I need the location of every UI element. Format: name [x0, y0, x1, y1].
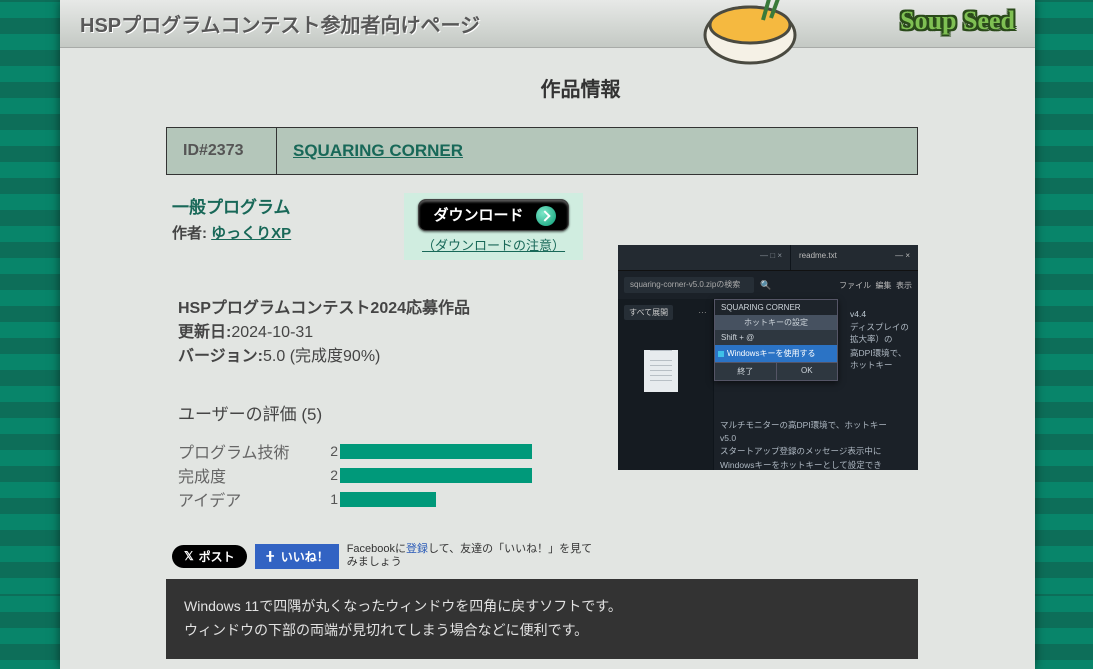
contest-line: HSPプログラムコンテスト2024応募作品: [178, 300, 470, 317]
download-button[interactable]: ダウンロード: [418, 199, 568, 231]
ss-readme-title: readme.txt: [799, 251, 837, 264]
ss-menu-file: ファイル: [839, 281, 871, 290]
ss-popup-parent: SQUARING CORNER: [715, 300, 837, 315]
desc-line-1: Windows 11で四隅が丸くなったウィンドウを四角に戻すソフトです。: [184, 595, 900, 619]
ss-popup-row2: Windowsキーを使用する: [715, 345, 837, 362]
description-box: Windows 11で四隅が丸くなったウィンドウを四角に戻すソフトです。 ウィン…: [166, 579, 918, 659]
entry-header-table: ID#2373 SQUARING CORNER: [166, 127, 918, 175]
header-illustration: [695, 0, 815, 70]
ss-note-l2: 高DPI環境で、ホットキー: [850, 347, 912, 371]
ss-search-box: squaring-corner-v5.0.zipの検索: [624, 277, 754, 293]
fb-register-link[interactable]: 登録: [406, 543, 428, 555]
author-link[interactable]: ゆっくりXP: [211, 225, 291, 242]
social-row: ポスト いいね！ Facebookに登録して、友達の「いいね！」を見てみましょう: [166, 543, 918, 569]
section-title: 作品情報: [166, 73, 995, 102]
ss-note-l6: Windowsキーをホットキーとして設定でき: [720, 459, 912, 470]
version-value: 5.0 (完成度90%): [263, 348, 380, 365]
ss-note-l5: スタートアップ登録のメッセージ表示中に: [720, 445, 912, 457]
download-button-label: ダウンロード: [433, 207, 523, 224]
rating-bar: [340, 492, 436, 507]
summary-row: 一般プログラム 作者: ゆっくりXP ダウンロード （ダウンロードの注意） — …: [166, 187, 918, 527]
ellipsis-icon: …: [698, 305, 707, 315]
ss-popup-title: ホットキーの設定: [715, 315, 837, 330]
updated-label: 更新日:: [178, 324, 231, 341]
download-note-link[interactable]: （ダウンロードの注意）: [418, 235, 568, 254]
content-area: 作品情報 ID#2373 SQUARING CORNER 一般プログラム 作者:…: [60, 48, 1035, 669]
rating-value: 1: [326, 491, 338, 507]
file-icon: [644, 350, 678, 392]
ss-menu-view: 表示: [896, 281, 912, 290]
ss-win-controls-left: — □ ×: [618, 245, 790, 270]
ss-note-l4: v5.0: [720, 433, 912, 443]
x-post-button[interactable]: ポスト: [172, 545, 247, 568]
ss-win-controls-right: — ×: [895, 251, 910, 264]
version-label: バージョン:: [178, 348, 263, 365]
desc-line-2: ウィンドウの下部の両端が見切れてしまう場合などに便利です。: [184, 619, 900, 643]
ss-tab-all: すべて展開: [624, 305, 673, 320]
screenshot-thumbnail[interactable]: — □ × readme.txt — × squaring-corner-v5.…: [618, 245, 918, 470]
rating-label: プログラム技術: [178, 439, 326, 463]
rating-value: 2: [326, 467, 338, 483]
fb-prompt-text: Facebookに登録して、友達の「いいね！」を見てみましょう: [347, 543, 597, 569]
ss-note-l3: マルチモニターの高DPI環境で、ホットキー: [720, 419, 912, 431]
ss-menu-edit: 編集: [876, 281, 892, 290]
rating-bar: [340, 468, 532, 483]
ss-popup: SQUARING CORNER ホットキーの設定 Shift + @ Windo…: [714, 299, 838, 381]
page-header: HSPプログラムコンテスト参加者向けページ Soup Seed: [60, 0, 1035, 48]
summary-left: 一般プログラム 作者: ゆっくりXP: [172, 193, 400, 243]
ss-note-l1: ディスプレイの拡大率）の: [850, 321, 912, 345]
entry-title-link[interactable]: SQUARING CORNER: [293, 141, 463, 160]
rating-label: 完成度: [178, 463, 326, 487]
rating-value: 2: [326, 443, 338, 459]
ss-popup-exit: 終了: [715, 362, 777, 380]
author-line: 作者: ゆっくりXP: [172, 222, 400, 243]
page-title: HSPプログラムコンテスト参加者向けページ: [80, 9, 480, 38]
entry-id: ID#2373: [167, 128, 277, 175]
ss-popup-row1: Shift + @: [715, 330, 837, 345]
rating-row: アイデア 1: [178, 487, 918, 511]
entry-category: 一般プログラム: [172, 193, 400, 218]
download-icon: [536, 206, 556, 226]
fb-like-label: いいね！: [281, 548, 329, 565]
entry-title-cell: SQUARING CORNER: [277, 128, 918, 175]
x-post-label: ポスト: [199, 548, 235, 565]
author-label: 作者:: [172, 225, 211, 242]
ss-popup-ok: OK: [777, 362, 838, 380]
updated-value: 2024-10-31: [231, 324, 313, 341]
page-frame: HSPプログラムコンテスト参加者向けページ Soup Seed 作品情報 ID#…: [60, 0, 1035, 669]
rating-bar: [340, 444, 532, 459]
ss-v44: v4.4: [850, 309, 912, 319]
download-box: ダウンロード （ダウンロードの注意）: [404, 193, 582, 260]
fb-like-button[interactable]: いいね！: [255, 544, 339, 569]
rating-label: アイデア: [178, 487, 326, 511]
site-logo[interactable]: Soup Seed: [900, 6, 1015, 36]
search-icon: 🔍: [760, 280, 771, 291]
